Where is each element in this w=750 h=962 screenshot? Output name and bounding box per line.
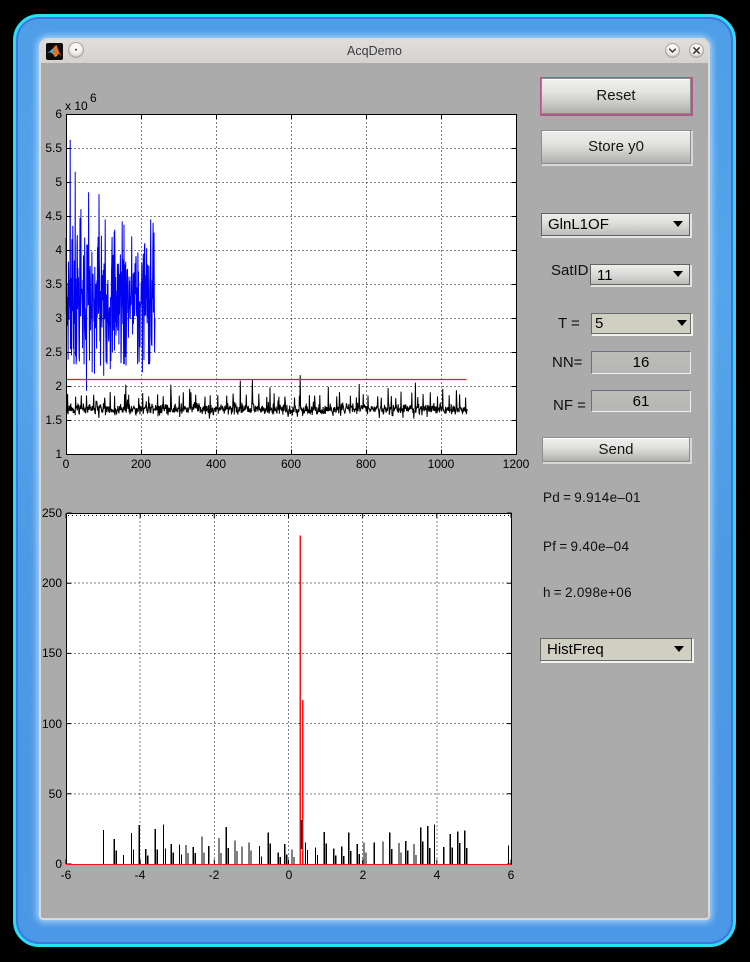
svg-text:1: 1: [55, 447, 62, 461]
svg-text:1000: 1000: [428, 457, 455, 471]
svg-text:5.5: 5.5: [45, 141, 62, 155]
svg-text:200: 200: [131, 457, 151, 471]
svg-text:50: 50: [49, 787, 63, 801]
svg-text:1200: 1200: [503, 457, 530, 471]
svg-text:1.5: 1.5: [45, 413, 62, 427]
svg-text:0: 0: [286, 868, 293, 882]
svg-text:400: 400: [206, 457, 226, 471]
svg-text:-6: -6: [61, 868, 72, 882]
svg-text:x 10: x 10: [65, 99, 88, 113]
svg-text:200: 200: [42, 576, 62, 590]
svg-text:2: 2: [55, 379, 62, 393]
svg-text:6: 6: [90, 91, 97, 105]
svg-text:-4: -4: [135, 868, 146, 882]
svg-text:800: 800: [356, 457, 376, 471]
svg-text:6: 6: [55, 107, 62, 121]
svg-text:4: 4: [55, 243, 62, 257]
svg-text:3.5: 3.5: [45, 277, 62, 291]
svg-text:2: 2: [360, 868, 367, 882]
svg-text:0: 0: [63, 457, 70, 471]
svg-text:250: 250: [42, 506, 62, 520]
svg-text:600: 600: [281, 457, 301, 471]
svg-text:100: 100: [42, 717, 62, 731]
svg-text:0: 0: [55, 857, 62, 871]
svg-text:3: 3: [55, 311, 62, 325]
svg-text:5: 5: [55, 175, 62, 189]
svg-text:6: 6: [508, 868, 515, 882]
svg-text:2.5: 2.5: [45, 345, 62, 359]
svg-text:4: 4: [434, 868, 441, 882]
svg-text:4.5: 4.5: [45, 209, 62, 223]
svg-text:-2: -2: [209, 868, 220, 882]
svg-text:150: 150: [42, 646, 62, 660]
